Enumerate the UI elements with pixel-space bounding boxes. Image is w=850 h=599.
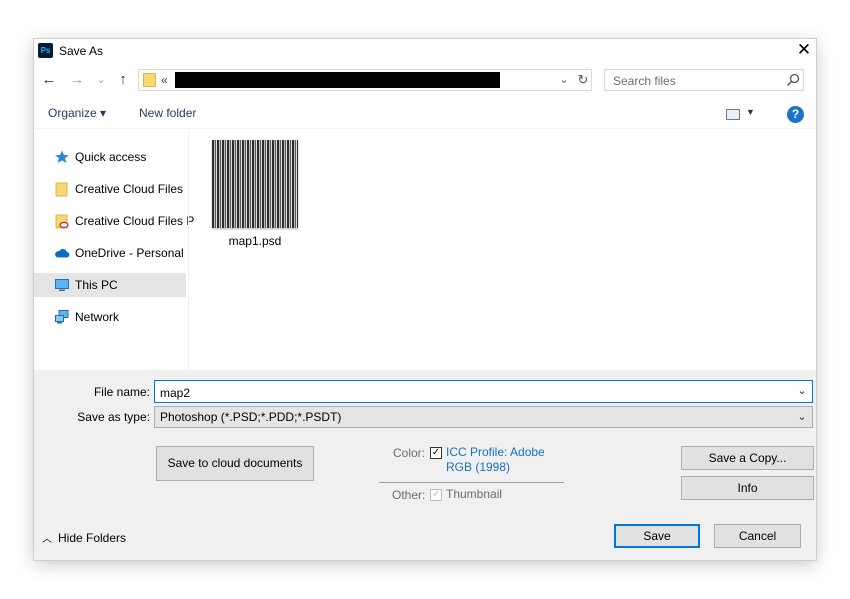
icc-profile-label[interactable]: ICC Profile: Adobe RGB (1998) (446, 445, 566, 475)
window-title: Save As (59, 44, 104, 58)
breadcrumb-overflow[interactable]: « (161, 73, 168, 87)
chevron-up-icon: ︿ (42, 534, 52, 545)
photoshop-app-icon: Ps (38, 43, 53, 58)
icc-profile-checkbox[interactable]: ✓ (430, 447, 442, 459)
search-input[interactable] (605, 70, 790, 92)
new-folder-button[interactable]: New folder (139, 106, 196, 120)
save-a-copy-button[interactable]: Save a Copy... (681, 446, 814, 470)
forward-button[interactable]: → (68, 68, 86, 92)
sidebar-item-creative-cloud-files[interactable]: Creative Cloud Files (34, 177, 186, 201)
save-options-panel: File name: ⌄ Save as type: Photoshop (*.… (34, 370, 816, 560)
file-name-combobox[interactable]: ⌄ (154, 380, 813, 404)
chevron-down-icon[interactable]: ⌄ (796, 410, 808, 424)
thumbnail-checkbox[interactable]: ✓ (430, 489, 442, 501)
file-list: map1.psd (189, 130, 816, 370)
hide-folders-toggle[interactable]: ︿ Hide Folders (42, 530, 126, 545)
view-options-chevron-icon[interactable]: ▼ (746, 107, 755, 117)
file-name-label: File name: (93, 385, 150, 399)
up-button[interactable]: ↑ (114, 68, 132, 92)
color-label: Color: (393, 446, 426, 460)
address-dropdown-button[interactable]: ⌄ (557, 72, 571, 88)
command-bar: Organize ▾ New folder ▼ ? (34, 102, 816, 128)
other-label: Other: (392, 488, 426, 502)
save-as-type-select[interactable]: Photoshop (*.PSD;*.PDD;*.PSDT) ⌄ (154, 406, 813, 428)
sidebar-item-creative-cloud-files-personal[interactable]: Creative Cloud Files P (34, 209, 194, 233)
organize-menu[interactable]: Organize ▾ (48, 106, 106, 120)
monitor-icon (55, 279, 69, 291)
search-box[interactable] (604, 69, 804, 92)
info-button[interactable]: Info (681, 476, 814, 500)
back-button[interactable]: ← (40, 68, 58, 92)
save-as-type-value: Photoshop (*.PSD;*.PDD;*.PSDT) (160, 410, 342, 424)
file-name[interactable]: map1.psd (212, 234, 298, 248)
navigation-pane: Quick access Creative Cloud Files Creati… (34, 130, 194, 370)
folder-icon (55, 182, 68, 197)
save-button[interactable]: Save (614, 524, 700, 548)
network-icon (55, 310, 69, 324)
file-thumbnail[interactable] (212, 140, 298, 228)
file-name-input[interactable] (155, 381, 792, 404)
sidebar-item-label: This PC (75, 278, 118, 292)
view-mode-icon[interactable] (726, 109, 740, 120)
save-as-type-label: Save as type: (77, 410, 150, 424)
redacted-path (175, 72, 500, 88)
cloud-icon (55, 248, 70, 258)
divider (34, 128, 816, 129)
sidebar-item-label: OneDrive - Personal (75, 246, 184, 260)
options-divider (379, 482, 564, 483)
sidebar-item-label: Creative Cloud Files (75, 182, 184, 196)
save-as-dialog: Ps Save As ✕ ← → ⌄ ↑ « ⌄ ↻ Organize ▾ Ne… (34, 39, 816, 560)
star-icon (55, 150, 69, 163)
save-to-cloud-button[interactable]: Save to cloud documents (156, 446, 314, 481)
close-button[interactable]: ✕ (792, 39, 816, 63)
sidebar-item-label: Network (75, 310, 120, 324)
cancel-button[interactable]: Cancel (714, 524, 801, 548)
address-bar[interactable]: « ⌄ ↻ (138, 69, 592, 91)
thumbnail-label: Thumbnail (446, 487, 503, 501)
help-icon[interactable]: ? (787, 106, 804, 123)
creative-cloud-folder-icon (55, 214, 69, 229)
recent-locations-button[interactable]: ⌄ (92, 68, 110, 92)
navigation-bar: ← → ⌄ ↑ « ⌄ ↻ (34, 68, 816, 94)
sidebar-item-onedrive[interactable]: OneDrive - Personal (34, 241, 186, 265)
folder-icon (143, 73, 156, 87)
sidebar-item-this-pc[interactable]: This PC (34, 273, 186, 297)
search-icon (786, 73, 800, 87)
sidebar-item-network[interactable]: Network (34, 305, 186, 329)
sidebar-item-label: Quick access (75, 150, 147, 164)
chevron-down-icon[interactable]: ⌄ (796, 384, 808, 398)
title-bar: Ps Save As ✕ (34, 39, 816, 63)
hide-folders-label: Hide Folders (58, 531, 127, 545)
refresh-button[interactable]: ↻ (575, 72, 591, 88)
sidebar-item-quick-access[interactable]: Quick access (34, 145, 186, 169)
sidebar-item-label: Creative Cloud Files P (75, 214, 195, 228)
